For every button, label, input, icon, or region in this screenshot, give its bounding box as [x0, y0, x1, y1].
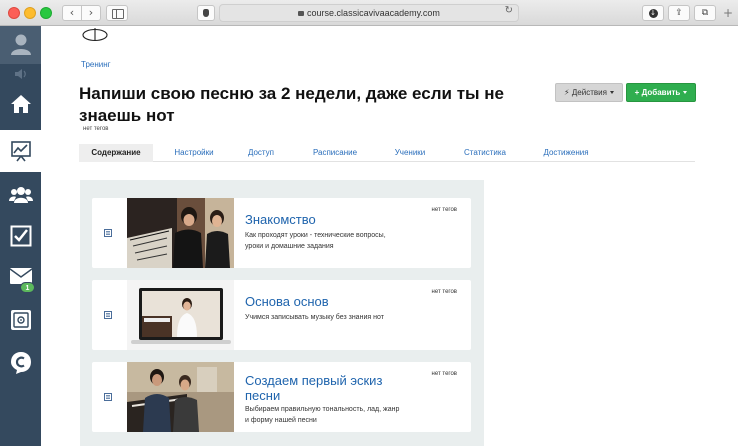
lesson-card[interactable]: Знакомство Как проходят уроки - техничес… [92, 198, 471, 268]
lesson-thumbnail[interactable] [127, 362, 234, 432]
tags-label: нет тегов [83, 126, 109, 132]
add-dropdown-button[interactable]: + Добавить [626, 83, 696, 102]
home-icon [11, 95, 31, 113]
avatar[interactable] [0, 26, 41, 64]
minimize-window-button[interactable] [24, 7, 36, 19]
tab-overview-button[interactable]: ⧉ [694, 5, 716, 21]
bolt-icon: ⚡ [564, 88, 570, 97]
lesson-page-icon [104, 229, 112, 237]
lesson-description: Учимся записывать музыку без знания нот [245, 314, 384, 321]
tab-statistics[interactable]: Статистика [455, 144, 515, 162]
unread-badge: 1 [20, 282, 35, 293]
download-icon: ↓ [648, 9, 658, 18]
lock-icon [298, 11, 305, 16]
sidebar-item-users[interactable] [0, 174, 41, 214]
safe-icon [11, 310, 31, 330]
sidebar-item-chat[interactable] [0, 342, 41, 382]
new-tab-button[interactable]: + [720, 6, 736, 20]
sidebar-item-trainings[interactable] [0, 130, 41, 172]
back-button[interactable]: ‹ [62, 5, 82, 21]
lesson-page-icon [104, 393, 112, 401]
users-icon [9, 187, 33, 203]
app-sidebar: 1 [0, 26, 41, 446]
share-button[interactable]: ⇪ [668, 5, 690, 21]
tab-content[interactable]: Содержание [79, 144, 153, 162]
sound-icon [15, 69, 26, 79]
tab-schedule[interactable]: Расписание [304, 144, 366, 162]
address-bar[interactable]: course.classicavivaacademy.com ↻ [219, 4, 519, 22]
tab-bar: Содержание Настройки Доступ Расписание У… [79, 144, 695, 162]
lesson-thumbnail[interactable] [127, 280, 234, 350]
tab-access[interactable]: Доступ [241, 144, 281, 162]
school-logo[interactable] [81, 28, 109, 42]
plus-icon: + [634, 88, 640, 97]
checkbox-icon [10, 225, 32, 247]
actions-label: Действия [571, 88, 607, 97]
lesson-page-icon [104, 311, 112, 319]
sound-toggle[interactable] [0, 66, 41, 82]
lesson-card[interactable]: Основа основ Учимся записывать музыку бе… [92, 280, 471, 350]
user-icon [11, 34, 31, 55]
add-label: Добавить [641, 88, 681, 97]
sidebar-toggle-icon[interactable] [106, 5, 128, 21]
url-text: course.classicavivaacademy.com [307, 8, 440, 18]
lesson-list: Знакомство Как проходят уроки - техничес… [80, 180, 484, 446]
downloads-button[interactable]: ↓ [642, 5, 664, 21]
main-content: Тренинг Напиши свою песню за 2 недели, д… [41, 26, 738, 446]
chevron-left-icon: ‹ [69, 6, 75, 19]
zoom-window-button[interactable] [40, 7, 52, 19]
sidebar-item-messages[interactable]: 1 [0, 258, 41, 298]
tab-achievements[interactable]: Достижения [531, 144, 601, 162]
lesson-title[interactable]: Создаем первый эскиз песни [245, 373, 415, 403]
share-icon: ⇪ [675, 8, 683, 18]
caret-down-icon [683, 91, 688, 95]
breadcrumb[interactable]: Тренинг [81, 60, 111, 69]
chart-icon [11, 141, 31, 162]
page-title: Напиши свою песню за 2 недели, даже если… [79, 84, 505, 125]
chat-icon [11, 352, 31, 374]
caret-down-icon [609, 91, 614, 95]
lesson-tags: нет тегов [431, 207, 457, 213]
lesson-card[interactable]: Создаем первый эскиз песни Выбираем прав… [92, 362, 471, 432]
close-window-button[interactable] [8, 7, 20, 19]
browser-toolbar: ‹ › course.classicavivaacademy.com ↻ ↓ ⇪… [0, 0, 738, 26]
reload-icon[interactable]: ↻ [505, 5, 513, 16]
sidebar-item-home[interactable] [0, 84, 41, 124]
lesson-title[interactable]: Знакомство [245, 212, 316, 227]
lesson-title[interactable]: Основа основ [245, 294, 329, 309]
lesson-tags: нет тегов [431, 289, 457, 295]
tab-students[interactable]: Ученики [385, 144, 435, 162]
tab-settings[interactable]: Настройки [169, 144, 219, 162]
actions-dropdown-button[interactable]: ⚡ Действия [555, 83, 623, 102]
sidebar-item-payments[interactable] [0, 300, 41, 340]
lesson-description: Как проходят уроки - технические вопросы… [245, 232, 386, 250]
lesson-description: Выбираем правильную тональность, лад, жа… [245, 406, 400, 424]
sidebar-item-tasks[interactable] [0, 216, 41, 256]
privacy-shield-icon[interactable] [197, 5, 215, 21]
chevron-right-icon: › [88, 6, 94, 19]
lesson-thumbnail[interactable] [127, 198, 234, 268]
lesson-tags: нет тегов [431, 371, 457, 377]
tabs-icon: ⧉ [701, 8, 709, 18]
forward-button[interactable]: › [81, 5, 101, 21]
